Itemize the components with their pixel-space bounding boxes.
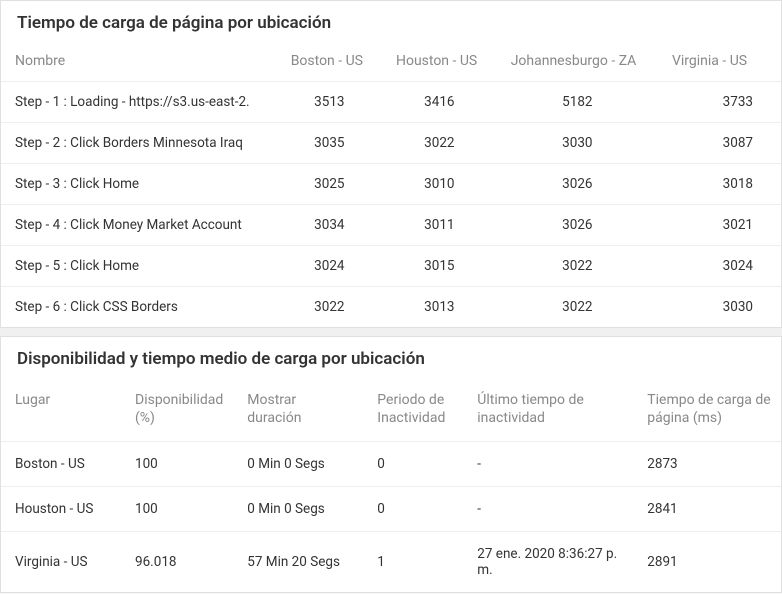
metric-value[interactable]: 3024	[658, 246, 781, 287]
step-name: Step - 2 : Click Borders Minnesota Iraq	[1, 123, 277, 164]
table-row: Step - 3 : Click Home3025301030263018	[1, 164, 781, 205]
cell: 2873	[633, 442, 781, 487]
cell: 57 Min 20 Segs	[233, 532, 363, 593]
metric-value[interactable]: 3026	[497, 205, 658, 246]
cell: 0	[363, 487, 463, 532]
cell: Houston - US	[1, 487, 121, 532]
table-row: Houston - US1000 Min 0 Segs0-2841	[1, 487, 781, 532]
col-inactividad: Periodo de Inactividad	[363, 377, 463, 442]
metric-value[interactable]: 5182	[497, 82, 658, 123]
metric-value[interactable]: 3018	[658, 164, 781, 205]
metric-value[interactable]: 3416	[382, 82, 497, 123]
table-header-row: Lugar Disponibilidad (%) Mostrar duració…	[1, 377, 781, 442]
table-row: Step - 1 : Loading - https://s3.us-east-…	[1, 82, 781, 123]
table-row: Step - 5 : Click Home3024301530223024	[1, 246, 781, 287]
col-johannesburg: Johannesburgo - ZA	[497, 41, 658, 82]
col-lugar: Lugar	[1, 377, 121, 442]
col-ultimo-inactividad: Último tiempo de inactividad	[463, 377, 633, 442]
availability-title: Disponibilidad y tiempo medio de carga p…	[1, 337, 781, 377]
col-houston: Houston - US	[382, 41, 497, 82]
cell: -	[463, 442, 633, 487]
load-time-table: Nombre Boston - US Houston - US Johannes…	[1, 41, 781, 327]
metric-value[interactable]: 3022	[497, 246, 658, 287]
metric-value[interactable]: 3010	[382, 164, 497, 205]
metric-value[interactable]: 3030	[658, 287, 781, 328]
metric-value[interactable]: 3026	[497, 164, 658, 205]
metric-value[interactable]: 3024	[277, 246, 382, 287]
metric-value[interactable]: 3022	[497, 287, 658, 328]
metric-value[interactable]: 3011	[382, 205, 497, 246]
col-virginia: Virginia - US	[658, 41, 781, 82]
metric-value[interactable]: 3035	[277, 123, 382, 164]
col-boston: Boston - US	[277, 41, 382, 82]
step-name: Step - 6 : Click CSS Borders	[1, 287, 277, 328]
metric-value[interactable]: 3030	[497, 123, 658, 164]
panel-gap	[0, 328, 782, 336]
metric-value[interactable]: 3087	[658, 123, 781, 164]
table-row: Step - 2 : Click Borders Minnesota Iraq3…	[1, 123, 781, 164]
col-tiempo-carga: Tiempo de carga de página (ms)	[633, 377, 781, 442]
step-name: Step - 3 : Click Home	[1, 164, 277, 205]
cell: Boston - US	[1, 442, 121, 487]
availability-table: Lugar Disponibilidad (%) Mostrar duració…	[1, 377, 781, 592]
col-disponibilidad: Disponibilidad (%)	[121, 377, 233, 442]
metric-value[interactable]: 3015	[382, 246, 497, 287]
load-time-title: Tiempo de carga de página por ubicación	[1, 1, 781, 41]
col-nombre: Nombre	[1, 41, 277, 82]
cell: -	[463, 487, 633, 532]
cell: 2841	[633, 487, 781, 532]
cell: 100	[121, 487, 233, 532]
metric-value[interactable]: 3733	[658, 82, 781, 123]
cell: 27 ene. 2020 8:36:27 p. m.	[463, 532, 633, 593]
table-row: Virginia - US96.01857 Min 20 Segs127 ene…	[1, 532, 781, 593]
metric-value[interactable]: 3513	[277, 82, 382, 123]
step-name: Step - 4 : Click Money Market Account	[1, 205, 277, 246]
cell: Virginia - US	[1, 532, 121, 593]
cell: 0 Min 0 Segs	[233, 442, 363, 487]
table-row: Step - 6 : Click CSS Borders302230133022…	[1, 287, 781, 328]
metric-value[interactable]: 3034	[277, 205, 382, 246]
table-row: Boston - US1000 Min 0 Segs0-2873	[1, 442, 781, 487]
table-row: Step - 4 : Click Money Market Account303…	[1, 205, 781, 246]
metric-value[interactable]: 3022	[382, 123, 497, 164]
metric-value[interactable]: 3021	[658, 205, 781, 246]
cell: 96.018	[121, 532, 233, 593]
cell: 1	[363, 532, 463, 593]
metric-value[interactable]: 3022	[277, 287, 382, 328]
col-duracion: Mostrar duración	[233, 377, 363, 442]
metric-value[interactable]: 3025	[277, 164, 382, 205]
cell: 0	[363, 442, 463, 487]
table-header-row: Nombre Boston - US Houston - US Johannes…	[1, 41, 781, 82]
cell: 2891	[633, 532, 781, 593]
availability-panel: Disponibilidad y tiempo medio de carga p…	[0, 336, 782, 593]
load-time-panel: Tiempo de carga de página por ubicación …	[0, 0, 782, 328]
metric-value[interactable]: 3013	[382, 287, 497, 328]
step-name: Step - 5 : Click Home	[1, 246, 277, 287]
cell: 0 Min 0 Segs	[233, 487, 363, 532]
step-name: Step - 1 : Loading - https://s3.us-east-…	[1, 82, 277, 123]
cell: 100	[121, 442, 233, 487]
